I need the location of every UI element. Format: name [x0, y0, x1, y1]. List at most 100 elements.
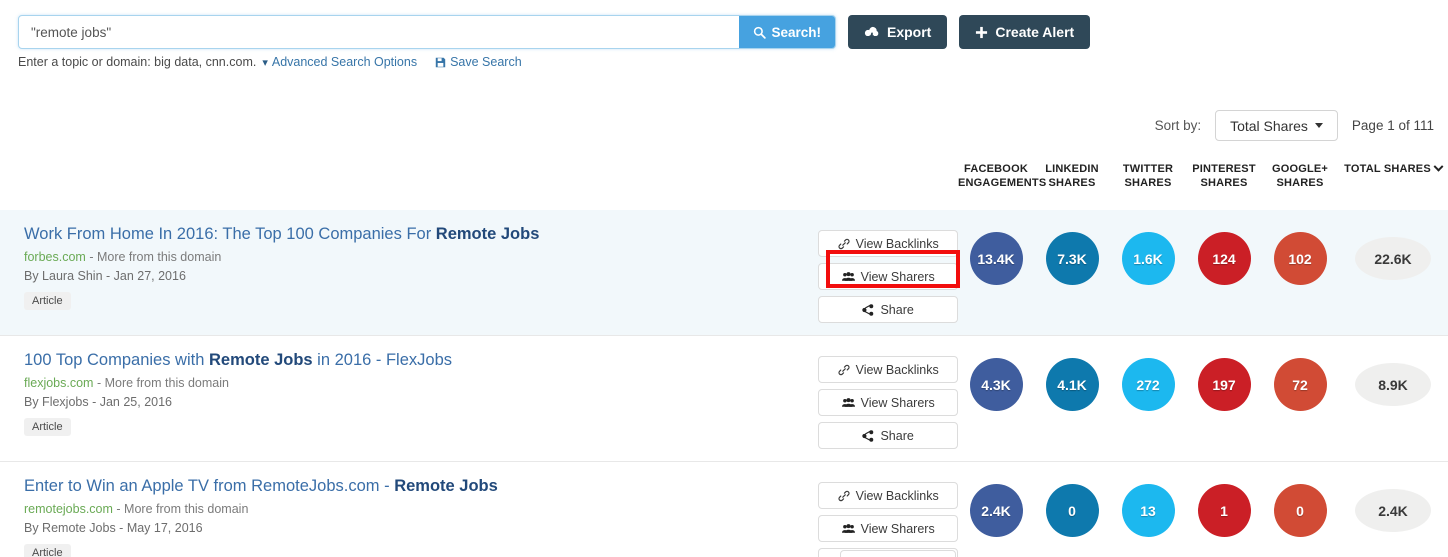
result-domain-link[interactable]: remotejobs.com — [24, 502, 113, 516]
metric-bubble-twitter: 272 — [1121, 358, 1175, 411]
table-row[interactable]: Work From Home In 2016: The Top 100 Comp… — [0, 210, 1448, 336]
metric-bubble-pinterest: 1 — [1197, 484, 1251, 537]
metric-cell-googleplus: 0 — [1262, 484, 1338, 537]
metric-bubble-twitter: 13 — [1121, 484, 1175, 537]
share-label: Share — [880, 428, 914, 443]
metric-bubble-linkedin: 0 — [1045, 484, 1099, 537]
metric-cell-facebook: 13.4K — [958, 232, 1034, 285]
floppy-disk-icon — [435, 57, 446, 68]
chevron-down-icon[interactable]: ▾ — [262, 56, 268, 69]
metric-bubble-googleplus: 102 — [1273, 232, 1327, 285]
metric-cell-linkedin: 0 — [1034, 484, 1110, 537]
column-header-line1: LINKEDIN — [1045, 163, 1099, 175]
metric-bubble-facebook: 4.3K — [969, 358, 1023, 411]
results-list: Work From Home In 2016: The Top 100 Comp… — [0, 210, 1448, 557]
view-sharers-button[interactable]: View Sharers — [818, 515, 958, 542]
more-from-domain-text: - More from this domain — [93, 376, 229, 390]
metric-cell-linkedin: 7.3K — [1034, 232, 1110, 285]
metric-cell-twitter: 1.6K — [1110, 232, 1186, 285]
more-from-domain-text: - More from this domain — [85, 250, 222, 264]
column-header-googleplus[interactable]: GOOGLE+ SHARES — [1262, 162, 1338, 190]
view-backlinks-label: View Backlinks — [855, 362, 939, 377]
metric-bubble-linkedin: 4.1K — [1045, 358, 1099, 411]
next-result-row-partial — [0, 547, 1448, 557]
save-search-group[interactable]: Save Search — [435, 55, 522, 69]
save-search-link[interactable]: Save Search — [450, 55, 522, 69]
metric-cell-facebook: 4.3K — [958, 358, 1034, 411]
view-sharers-button[interactable]: View Sharers — [818, 389, 958, 416]
share-nodes-icon — [862, 429, 874, 442]
metric-cell-facebook: 2.4K — [958, 484, 1034, 537]
result-actions: View Backlinks View Sharers — [818, 224, 958, 323]
metric-bubble-total: 8.9K — [1355, 363, 1431, 406]
metric-bubble-googleplus: 0 — [1273, 484, 1327, 537]
search-input[interactable] — [19, 16, 740, 48]
table-row[interactable]: Enter to Win an Apple TV from RemoteJobs… — [0, 462, 1448, 557]
create-alert-button[interactable]: Create Alert — [959, 15, 1091, 49]
advanced-search-options-link[interactable]: Advanced Search Options — [272, 55, 417, 69]
metric-cell-pinterest: 124 — [1186, 232, 1262, 285]
search-hint-text: Enter a topic or domain: big data, cnn.c… — [18, 55, 257, 69]
search-button[interactable]: Search! — [739, 16, 835, 48]
column-header-facebook[interactable]: FACEBOOK ENGAGEMENTS — [958, 162, 1046, 190]
result-info: Enter to Win an Apple TV from RemoteJobs… — [0, 476, 818, 557]
result-title-text: 100 Top Companies with — [24, 351, 209, 369]
metric-cell-twitter: 13 — [1110, 484, 1186, 537]
metric-cell-total: 22.6K — [1338, 237, 1448, 280]
result-metrics: 13.4K 7.3K 1.6K 124 102 22.6K — [958, 224, 1448, 285]
sort-select[interactable]: Total Shares — [1215, 110, 1338, 141]
result-domain-link[interactable]: flexjobs.com — [24, 376, 93, 390]
metric-cell-linkedin: 4.1K — [1034, 358, 1110, 411]
export-button[interactable]: Export — [848, 15, 948, 49]
view-backlinks-button[interactable] — [840, 550, 956, 557]
result-domain-line: forbes.com - More from this domain — [24, 250, 818, 264]
magnifier-icon — [753, 26, 767, 39]
column-header-total-shares[interactable]: TOTAL SHARES — [1338, 161, 1448, 176]
result-title-text: Work From Home In 2016: The Top 100 Comp… — [24, 225, 436, 243]
sort-by-label: Sort by: — [1154, 118, 1202, 133]
view-backlinks-button[interactable]: View Backlinks — [818, 356, 958, 383]
view-backlinks-button[interactable]: View Backlinks — [818, 482, 958, 509]
result-title-link[interactable]: Enter to Win an Apple TV from RemoteJobs… — [24, 476, 818, 496]
view-sharers-button[interactable]: View Sharers — [818, 263, 958, 290]
result-title-link[interactable]: 100 Top Companies with Remote Jobs in 20… — [24, 350, 818, 370]
result-byline: By Flexjobs - Jan 25, 2016 — [24, 395, 172, 409]
view-backlinks-label: View Backlinks — [855, 236, 939, 251]
result-title-link[interactable]: Work From Home In 2016: The Top 100 Comp… — [24, 224, 818, 244]
status-badge: Article — [24, 292, 71, 310]
column-header-line1: TWITTER — [1122, 163, 1174, 175]
table-row[interactable]: 100 Top Companies with Remote Jobs in 20… — [0, 336, 1448, 462]
result-actions: View Backlinks View Sharers — [818, 476, 958, 557]
view-backlinks-button[interactable]: View Backlinks — [818, 230, 958, 257]
metric-bubble-total: 22.6K — [1355, 237, 1431, 280]
metric-bubble-pinterest: 124 — [1197, 232, 1251, 285]
result-byline: By Remote Jobs - May 17, 2016 — [24, 521, 203, 535]
column-header-line1: TOTAL SHARES — [1344, 163, 1431, 175]
caret-down-icon — [1314, 123, 1323, 128]
result-byline: By Laura Shin - Jan 27, 2016 — [24, 269, 186, 283]
users-icon — [841, 271, 855, 282]
page-indicator: Page 1 of 111 — [1351, 118, 1434, 133]
metric-cell-total: 2.4K — [1338, 489, 1448, 532]
result-actions: View Backlinks View Sharers — [818, 350, 958, 449]
search-hint-row: Enter a topic or domain: big data, cnn.c… — [18, 55, 522, 69]
sort-select-value: Total Shares — [1230, 117, 1308, 134]
metric-bubble-total: 2.4K — [1355, 489, 1431, 532]
column-header-linkedin[interactable]: LINKEDIN SHARES — [1034, 162, 1110, 190]
result-domain-link[interactable]: forbes.com — [24, 250, 86, 264]
column-header-twitter[interactable]: TWITTER SHARES — [1110, 162, 1186, 190]
share-nodes-icon — [862, 303, 874, 316]
column-header-pinterest[interactable]: PINTEREST SHARES — [1186, 162, 1262, 190]
column-header-line2: SHARES — [1048, 177, 1096, 189]
view-sharers-label: View Sharers — [860, 395, 935, 410]
users-icon — [841, 523, 855, 534]
metric-bubble-pinterest: 197 — [1197, 358, 1251, 411]
users-icon — [841, 397, 855, 408]
column-header-line1: GOOGLE+ — [1271, 163, 1329, 175]
view-sharers-label: View Sharers — [860, 521, 935, 536]
share-button[interactable]: Share — [818, 422, 958, 449]
share-button[interactable]: Share — [818, 296, 958, 323]
search-toolbar: Search! Export Create Alert — [18, 15, 1091, 49]
metric-cell-googleplus: 102 — [1262, 232, 1338, 285]
result-title-suffix: in 2016 - FlexJobs — [312, 351, 452, 369]
